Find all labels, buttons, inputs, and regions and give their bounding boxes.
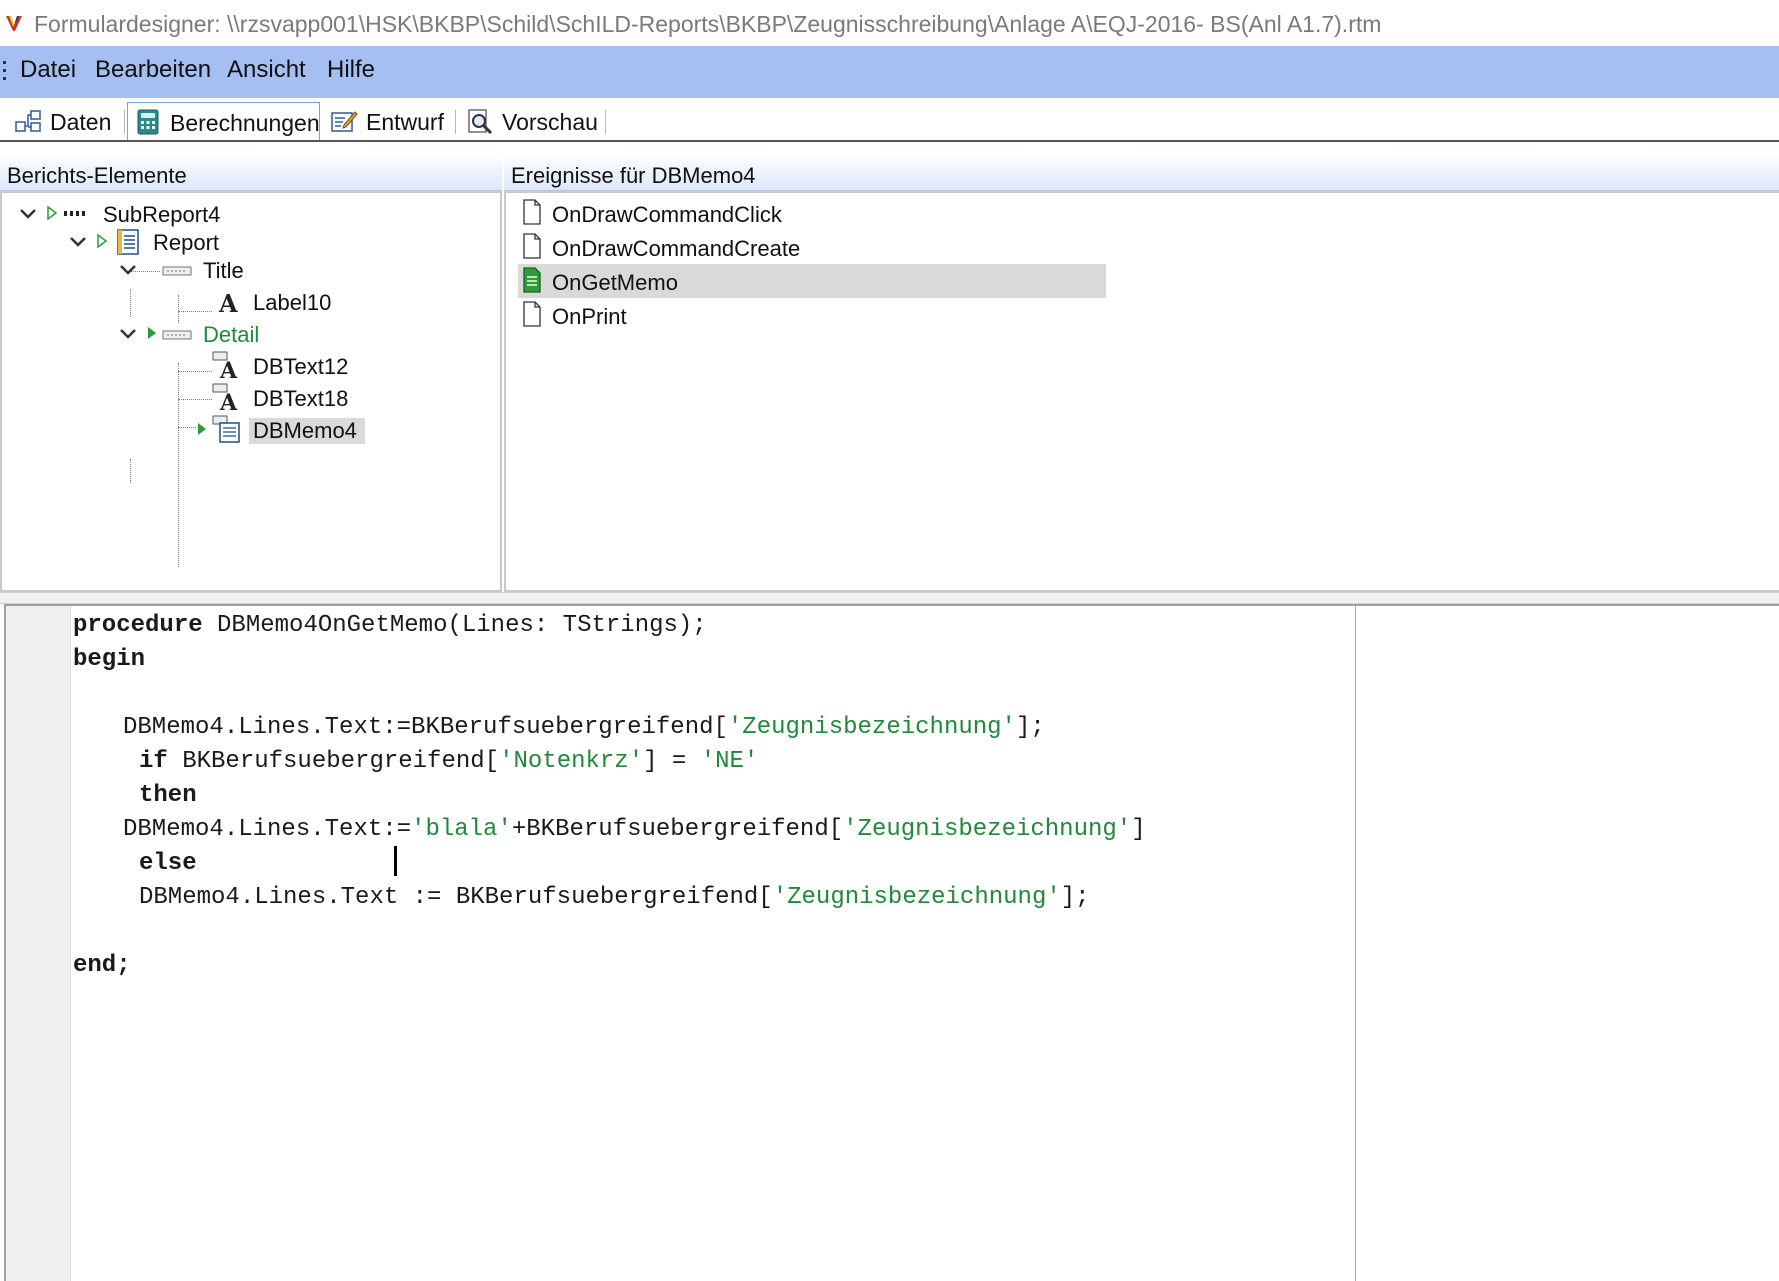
tree-item-label: DBMemo4 [249,418,365,444]
band-icon [162,330,192,340]
menu-hilfe[interactable]: Hilfe [327,56,375,84]
code-line: begin [73,646,146,673]
code-page-icon [523,267,541,293]
events-header: Ereignisse für DBMemo4 [504,153,1779,191]
editor-gutter [6,606,71,1281]
triangle-outline-icon [97,233,108,249]
report-page-icon [117,229,139,255]
db-text-icon: A [212,383,238,411]
splitter[interactable] [0,592,1779,604]
code-line: if BKBerufsuebergreifend['Notenkrz'] = '… [139,748,759,775]
db-text-icon: A [212,351,238,379]
empty-page-icon [523,301,541,327]
triangle-outline-icon [47,205,58,221]
menu-bearbeiten[interactable]: Bearbeiten [95,56,211,84]
code-line: else [139,850,197,877]
empty-page-icon [523,233,541,259]
code-line: DBMemo4.Lines.Text := BKBerufsuebergreif… [139,884,1090,911]
subreport-icon [64,211,85,216]
event-ondrawcommandcreate[interactable]: OnDrawCommandCreate [518,230,1106,264]
event-label: OnDrawCommandCreate [552,236,801,261]
tree-item-label: SubReport4 [103,202,221,227]
chevron-down-icon[interactable] [18,204,38,224]
grip-icon [3,61,6,80]
view-tab-bar: Daten Berechnungen Entwurf Vorschau [0,98,1779,142]
text-label-icon: A [218,289,238,316]
code-line: procedure DBMemo4OnGetMemo(Lines: TStrin… [73,612,707,639]
db-memo-icon [212,415,240,443]
chevron-down-icon[interactable] [118,260,138,280]
tree-item-label: Report [153,230,220,255]
menu-datei[interactable]: Datei [20,56,76,84]
tab-daten[interactable]: Daten [8,102,123,140]
report-elements-tree[interactable]: SubReport4 Report Title A Label10 Detail… [0,191,502,592]
report-elements-header: Berichts-Elemente [0,153,502,191]
svg-text:A: A [219,358,238,379]
tab-separator [455,110,456,134]
window-title: Formulardesigner: \\rzsvapp001\HSK\BKBP\… [34,11,1382,37]
tree-item-report[interactable]: Report [2,227,402,257]
triangle-filled-icon [198,423,206,435]
tree-item-dbmemo4[interactable]: DBMemo4 [2,415,402,445]
code-editor[interactable]: procedure DBMemo4OnGetMemo(Lines: TStrin… [4,604,1779,1281]
tree-item-label: Label10 [253,290,332,315]
tree-item-detail-band[interactable]: Detail [2,319,402,349]
right-margin-line [1355,606,1356,1281]
tab-berechnungen[interactable]: Berechnungen [127,102,320,140]
code-line: DBMemo4.Lines.Text:='blala'+BKBerufsuebe… [123,816,1146,843]
event-label: OnPrint [552,304,627,329]
magnifier-page-icon [468,109,493,134]
data-tree-icon [15,110,41,132]
svg-text:A: A [218,289,238,316]
tab-separator [605,110,606,134]
menu-ansicht[interactable]: Ansicht [227,56,306,84]
event-label: OnDrawCommandClick [552,202,782,227]
tree-item-label: Detail [203,322,260,347]
event-label: OnGetMemo [552,270,678,295]
tab-berechnungen-label: Berechnungen [170,110,320,136]
calculator-icon [137,109,159,135]
empty-page-icon [523,199,541,225]
tab-vorschau[interactable]: Vorschau [460,102,600,140]
tab-daten-label: Daten [50,109,112,135]
chevron-down-icon[interactable] [68,232,88,252]
band-icon [162,266,192,276]
code-line: DBMemo4.Lines.Text:=BKBerufsuebergreifen… [123,714,1045,741]
app-logo-icon [6,16,22,31]
triangle-filled-icon [148,327,156,339]
tree-item-dbtext12[interactable]: A DBText12 [2,351,402,381]
event-ondrawcommandclick[interactable]: OnDrawCommandClick [518,196,1106,230]
code-line: end; [73,952,131,979]
svg-text:A: A [219,390,238,411]
title-bar: Formulardesigner: \\rzsvapp001\HSK\BKBP\… [0,0,1779,46]
tree-item-label: DBText18 [253,386,349,411]
tree-item-subreport4[interactable]: SubReport4 [2,199,402,229]
event-ongetmemo[interactable]: OnGetMemo [518,264,1106,298]
event-onprint[interactable]: OnPrint [518,298,1106,332]
tree-item-dbtext18[interactable]: A DBText18 [2,383,402,413]
tree-item-label: DBText12 [253,354,349,379]
tab-vorschau-label: Vorschau [502,109,598,135]
tab-entwurf[interactable]: Entwurf [324,102,454,140]
text-caret [394,846,397,876]
tab-separator [124,110,125,134]
tree-item-title-band[interactable]: Title [2,255,402,285]
pencil-form-icon [331,111,358,132]
tree-item-label10[interactable]: A Label10 [2,287,402,317]
code-line: then [139,782,197,809]
menu-bar: Datei Bearbeiten Ansicht Hilfe [0,46,1779,98]
tree-item-label: Title [203,258,244,283]
chevron-down-icon[interactable] [118,324,138,344]
tab-entwurf-label: Entwurf [366,109,444,135]
